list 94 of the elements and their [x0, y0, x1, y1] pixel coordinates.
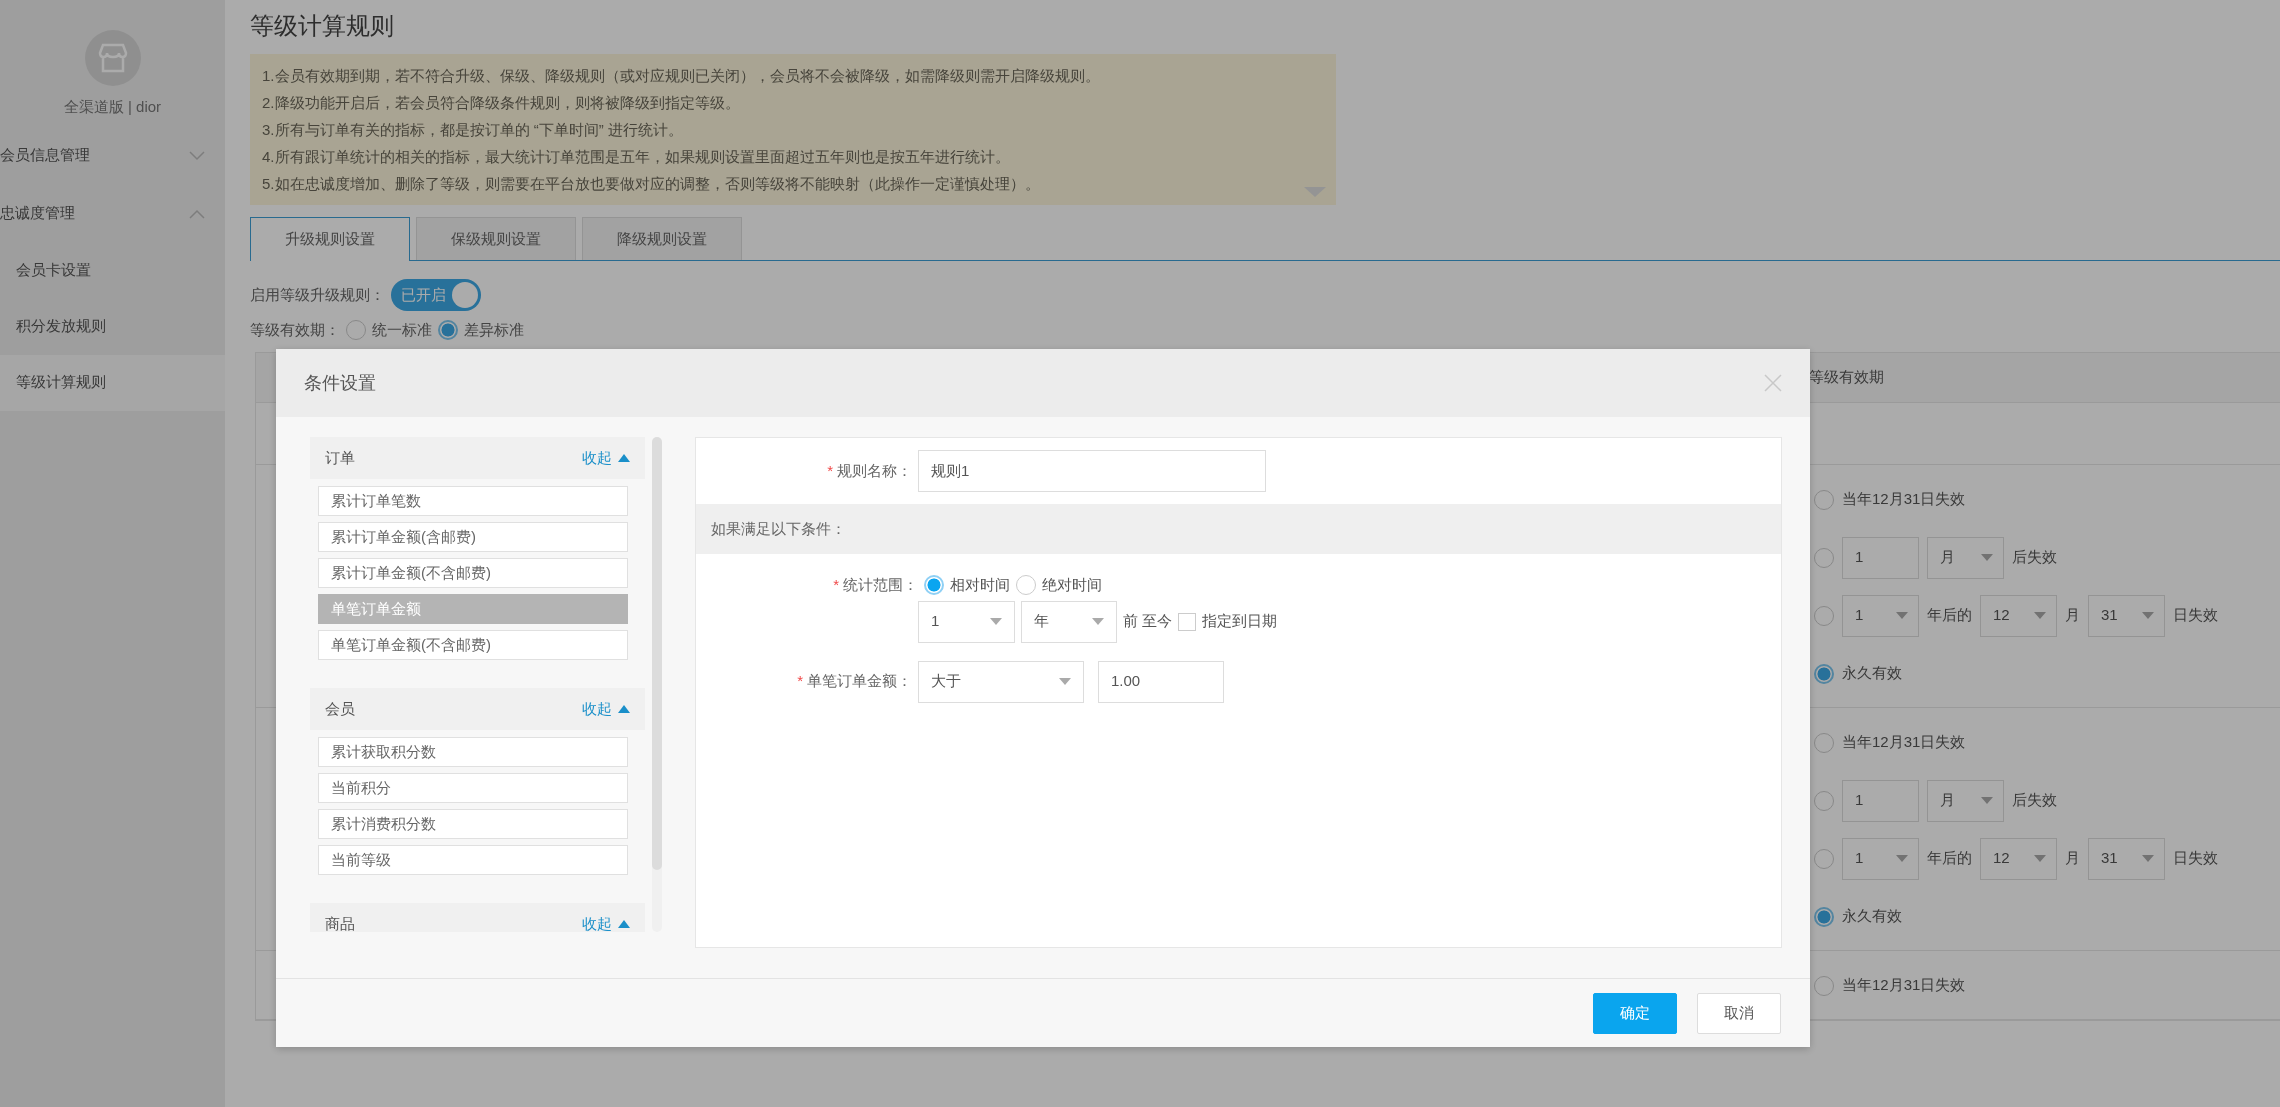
option-text: 年后的 — [1927, 848, 1972, 869]
notice-text: 3.所有与订单有关的指标，都是按订单的 “下单时间” 进行统计。 — [262, 120, 684, 140]
checkbox-label: 指定到日期 — [1202, 611, 1278, 632]
select-field[interactable]: 年 — [1021, 600, 1117, 643]
select-field[interactable]: 月 — [1927, 536, 2004, 579]
radio-label: 当年12月31日失效 — [1842, 489, 1966, 510]
radio-label: 相对时间 — [950, 575, 1010, 595]
confirm-button[interactable]: 确定 — [1593, 992, 1677, 1034]
option-text: 年后的 — [1927, 605, 1972, 626]
select-field[interactable]: 12 — [1980, 594, 2057, 637]
field-label: 统计范围： — [843, 576, 918, 593]
condition-item[interactable]: 当前等级 — [318, 845, 628, 875]
required-mark: * — [797, 672, 803, 690]
menu-label: 会员信息管理 — [0, 145, 90, 166]
radio-button[interactable] — [438, 320, 458, 341]
tab[interactable]: 升级规则设置 — [250, 217, 410, 261]
radio-label: 统一标准 — [372, 320, 432, 340]
radio-label: 永久有效 — [1842, 663, 1902, 684]
collapse-link[interactable]: 收起 — [582, 912, 630, 932]
dialog-title: 条件设置 — [304, 371, 376, 395]
radio-button[interactable] — [1814, 848, 1834, 869]
range-text: 前 至今 — [1123, 611, 1173, 632]
condition-item[interactable]: 累计订单笔数 — [318, 486, 628, 516]
option-text: 后失效 — [2012, 547, 2057, 568]
select-field[interactable]: 12 — [1980, 837, 2057, 880]
category-title: 会员 — [325, 698, 355, 719]
radio-button[interactable] — [924, 575, 944, 596]
tab[interactable]: 保级规则设置 — [416, 217, 576, 260]
radio-label: 永久有效 — [1842, 906, 1902, 927]
radio-button[interactable] — [1814, 489, 1834, 510]
option-text: 后失效 — [2012, 790, 2057, 811]
radio-button[interactable] — [1814, 732, 1834, 753]
radio-button[interactable] — [1016, 575, 1036, 596]
condition-item[interactable]: 累计消费积分数 — [318, 809, 628, 839]
radio-label: 当年12月31日失效 — [1842, 975, 1966, 996]
notice-text: 4.所有跟订单统计的相关的指标，最大统计订单范围是五年，如果规则设置里面超过五年则也是按五年进行统计。 — [262, 147, 1011, 167]
required-mark: * — [833, 576, 839, 593]
field-label: 单笔订单金额： — [807, 672, 912, 690]
store-name: 全渠道版 | dior — [62, 97, 163, 117]
radio-label: 当年12月31日失效 — [1842, 732, 1966, 753]
radio-button[interactable] — [1814, 547, 1834, 568]
cancel-button[interactable]: 取消 — [1697, 992, 1781, 1034]
radio-button[interactable] — [1814, 975, 1834, 996]
menu-subitem[interactable]: 积分发放规则 — [0, 298, 225, 355]
page-title: 等级计算规则 — [250, 11, 395, 41]
checkbox[interactable] — [1178, 612, 1197, 631]
select-field[interactable]: 大于 — [918, 660, 1084, 703]
select-field[interactable]: 31 — [2088, 594, 2165, 637]
tab[interactable]: 降级规则设置 — [582, 217, 742, 260]
field-label: 等级有效期： — [250, 320, 340, 340]
radio-button[interactable] — [1814, 663, 1834, 684]
condition-item[interactable]: 累计订单金额(不含邮费) — [318, 558, 628, 588]
notice-text: 1.会员有效期到期，若不符合升级、保级、降级规则（或对应规则已关闭），会员将不会被降级，如需降级则需开启降级规则。 — [262, 66, 1101, 86]
condition-item[interactable]: 单笔订单金额(不含邮费) — [318, 630, 628, 660]
radio-label: 差异标准 — [464, 320, 524, 340]
option-text: 日失效 — [2173, 605, 2218, 626]
option-text: 月 — [2065, 605, 2080, 626]
name-field[interactable]: 规则1 — [918, 450, 1266, 492]
option-text: 月 — [2065, 848, 2080, 869]
notice-text: 5.如在忠诚度增加、删除了等级，则需要在平台放也要做对应的调整，否则等级将不能映射（此操作一定谨慎处理）。 — [262, 174, 1041, 194]
category-title: 订单 — [325, 447, 355, 468]
notice-text: 2.降级功能开启后，若会员符合降级条件规则，则将被降级到指定等级。 — [262, 93, 741, 113]
radio-button[interactable] — [1814, 605, 1834, 626]
collapse-link[interactable]: 收起 — [582, 446, 630, 470]
number-field[interactable]: 1 — [1842, 779, 1919, 822]
close-icon[interactable] — [1764, 374, 1782, 392]
menu-subitem[interactable]: 会员卡设置 — [0, 242, 225, 299]
radio-label: 绝对时间 — [1042, 575, 1102, 595]
radio-button[interactable] — [1814, 790, 1834, 811]
radio-button[interactable] — [346, 320, 366, 341]
condition-item[interactable]: 累计订单金额(含邮费) — [318, 522, 628, 552]
select-field[interactable]: 1 — [918, 600, 1015, 643]
amount-field[interactable]: 1.00 — [1098, 660, 1224, 703]
toggle-label: 启用等级升级规则： — [250, 284, 385, 305]
menu-subitem[interactable]: 等级计算规则 — [0, 354, 225, 411]
menu-item[interactable]: 忠诚度管理 — [0, 184, 225, 243]
select-field[interactable]: 月 — [1927, 779, 2004, 822]
select-field[interactable]: 1 — [1842, 594, 1919, 637]
required-mark: * — [827, 461, 833, 479]
column-header: 等级有效期 — [1809, 366, 1884, 387]
scrollbar[interactable] — [652, 437, 662, 932]
number-field[interactable]: 1 — [1842, 536, 1919, 579]
condition-item[interactable]: 累计获取积分数 — [318, 737, 628, 767]
menu-label: 忠诚度管理 — [0, 203, 75, 224]
select-field[interactable]: 1 — [1842, 837, 1919, 880]
category-title: 商品 — [325, 913, 355, 932]
section-title: 如果满足以下条件： — [711, 518, 846, 539]
collapse-link[interactable]: 收起 — [582, 697, 630, 721]
radio-button[interactable] — [1814, 906, 1834, 927]
option-text: 日失效 — [2173, 848, 2218, 869]
field-label: 规则名称： — [837, 461, 912, 479]
menu-item[interactable]: 会员信息管理 — [0, 126, 225, 185]
condition-item[interactable]: 当前积分 — [318, 773, 628, 803]
select-field[interactable]: 31 — [2088, 837, 2165, 880]
